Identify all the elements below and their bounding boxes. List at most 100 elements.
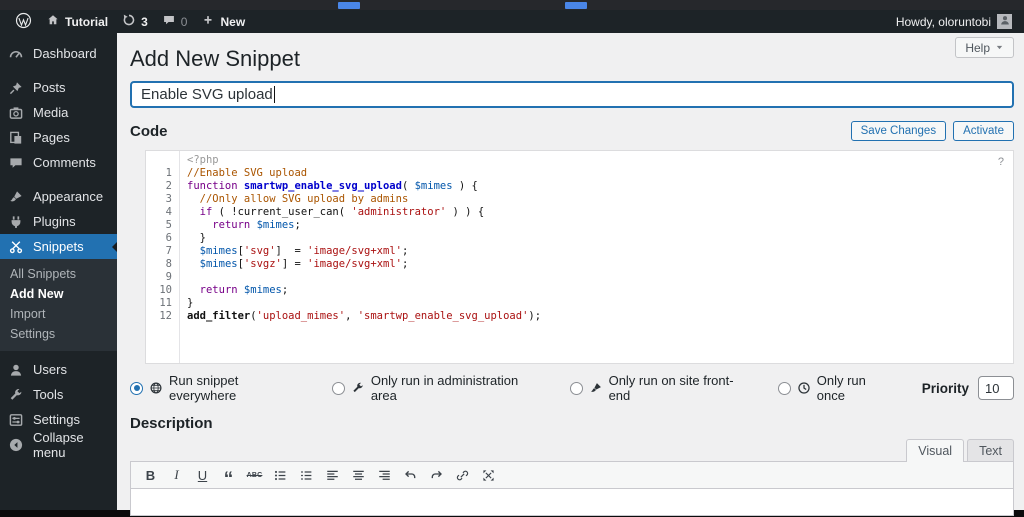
save-changes-button[interactable]: Save Changes [851, 121, 946, 141]
howdy-text: Howdy, oloruntobi [896, 15, 991, 29]
code-text: function smartwp_enable_svg_upload( $mim… [179, 180, 478, 193]
account-menu[interactable]: Howdy, oloruntobi [896, 14, 1016, 29]
code-text: } [179, 297, 193, 310]
fullscreen-button[interactable] [476, 464, 501, 486]
blockquote-button-glyph: “ [224, 468, 234, 483]
sidebar-item-tools[interactable]: Tools [0, 382, 117, 407]
submenu-item-all-snippets[interactable]: All Snippets [0, 264, 117, 284]
sidebar-item-pages[interactable]: Pages [0, 125, 117, 150]
help-button[interactable]: Help [955, 37, 1014, 58]
comments-icon [162, 13, 176, 27]
undo-button[interactable] [398, 464, 423, 486]
priority-group: Priority [922, 376, 1014, 400]
code-text: $mimes['svgz'] = 'image/svg+xml'; [179, 258, 408, 271]
sidebar-item-snippets[interactable]: Snippets [0, 234, 117, 259]
activate-button[interactable]: Activate [953, 121, 1014, 141]
snippets-submenu: All SnippetsAdd NewImportSettings [0, 259, 117, 351]
wrench-icon [351, 381, 365, 395]
code-line: 4 if ( !current_user_can( 'administrator… [146, 206, 1013, 219]
link-icon [455, 468, 470, 483]
code-line: 7 $mimes['svg'] = 'image/svg+xml'; [146, 245, 1013, 258]
code-editor[interactable]: ? <?php1//Enable SVG upload2function sma… [145, 150, 1014, 364]
snippet-scope-options: Run snippet everywhere Only run in admini… [130, 373, 1014, 403]
updates-icon [122, 13, 136, 27]
sidebar-item-dashboard[interactable]: Dashboard [0, 41, 117, 66]
tools-icon [8, 387, 24, 403]
align-center-button[interactable] [346, 464, 371, 486]
ordered-list-button[interactable] [294, 464, 319, 486]
sidebar-item-posts[interactable]: Posts [0, 75, 117, 100]
italic-button[interactable]: I [164, 464, 189, 486]
code-line: 1//Enable SVG upload [146, 167, 1013, 180]
snippet-title-input[interactable]: Enable SVG upload [130, 81, 1014, 108]
align-right-button[interactable] [372, 464, 397, 486]
scope-option-only-run-in-administration-area[interactable]: Only run in administration area [332, 373, 543, 403]
users-icon [8, 362, 24, 378]
sidebar-item-collapse-menu[interactable]: Collapse menu [0, 432, 117, 457]
sidebar-item-settings[interactable]: Settings [0, 407, 117, 432]
line-number: 12 [146, 310, 179, 323]
code-text: //Enable SVG upload [179, 167, 307, 180]
dashboard-icon [8, 46, 24, 62]
line-number: 10 [146, 284, 179, 297]
scope-option-label: Only run in administration area [371, 373, 543, 403]
snippets-icon [8, 239, 24, 255]
bullet-list-button[interactable] [268, 464, 293, 486]
scope-option-only-run-on-site-front-end[interactable]: Only run on site front-end [570, 373, 751, 403]
sidebar-item-label: Collapse menu [33, 430, 109, 460]
updates-count: 3 [141, 15, 148, 29]
sidebar-item-label: Snippets [33, 239, 84, 254]
radio-selected [130, 382, 143, 395]
scope-option-only-run-once[interactable]: Only run once [778, 373, 895, 403]
line-number: 7 [146, 245, 179, 258]
line-number: 2 [146, 180, 179, 193]
editor-tabs: VisualText [130, 438, 1014, 461]
strikethrough-button-glyph: ABC [247, 472, 263, 479]
sidebar-item-appearance[interactable]: Appearance [0, 184, 117, 209]
strikethrough-button[interactable]: ABC [242, 464, 267, 486]
submenu-item-import[interactable]: Import [0, 304, 117, 324]
tab-text[interactable]: Text [967, 439, 1014, 462]
line-number: 9 [146, 271, 179, 284]
sidebar-item-media[interactable]: Media [0, 100, 117, 125]
sidebar-item-label: Pages [33, 130, 70, 145]
priority-input[interactable] [978, 376, 1014, 400]
line-number: 3 [146, 193, 179, 206]
comments-link[interactable]: 0 [155, 10, 195, 33]
sidebar-item-label: Media [33, 105, 68, 120]
sidebar-item-comments[interactable]: Comments [0, 150, 117, 175]
link-button[interactable] [450, 464, 475, 486]
code-text: $mimes['svg'] = 'image/svg+xml'; [179, 245, 408, 258]
plus-icon [201, 13, 215, 27]
site-name-link[interactable]: Tutorial [39, 10, 115, 33]
line-number: 5 [146, 219, 179, 232]
align-right-icon [377, 468, 392, 483]
text-cursor [274, 86, 276, 103]
sidebar-item-plugins[interactable]: Plugins [0, 209, 117, 234]
new-content-link[interactable]: New [194, 10, 252, 33]
main-content: Help Add New Snippet Enable SVG upload C… [117, 33, 1024, 510]
blockquote-button[interactable]: “ [216, 464, 241, 486]
submenu-item-add-new[interactable]: Add New [0, 284, 117, 304]
updates-link[interactable]: 3 [115, 10, 155, 33]
align-left-button[interactable] [320, 464, 345, 486]
admin-sidebar: Dashboard Posts Media Pages Comments Appearan… [0, 33, 117, 510]
description-section-heading: Description [130, 415, 1014, 432]
avatar [997, 14, 1012, 29]
tab-visual[interactable]: Visual [906, 439, 964, 462]
plugins-icon [8, 214, 24, 230]
line-number: 6 [146, 232, 179, 245]
redo-button[interactable] [424, 464, 449, 486]
sidebar-item-label: Comments [33, 155, 96, 170]
bold-button[interactable]: B [138, 464, 163, 486]
underline-button[interactable]: U [190, 464, 215, 486]
description-text-area[interactable] [130, 489, 1014, 516]
browser-tab-highlight [565, 2, 587, 9]
submenu-item-settings[interactable]: Settings [0, 324, 117, 344]
line-number: 1 [146, 167, 179, 180]
sidebar-item-users[interactable]: Users [0, 357, 117, 382]
code-text: if ( !current_user_can( 'administrator' … [179, 206, 484, 219]
priority-label: Priority [922, 381, 969, 396]
wordpress-menu-item[interactable] [8, 10, 39, 33]
scope-option-run-snippet-everywhere[interactable]: Run snippet everywhere [130, 373, 305, 403]
